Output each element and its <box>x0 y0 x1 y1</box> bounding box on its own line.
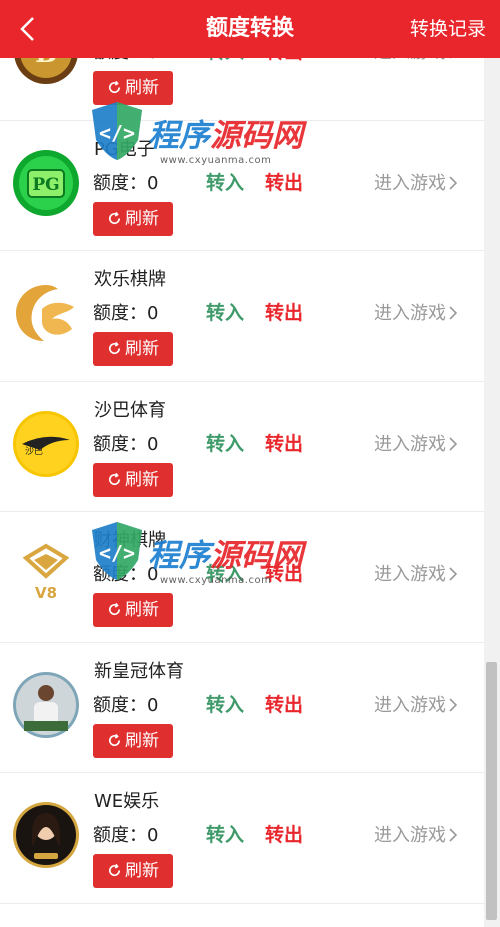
transfer-in-button[interactable]: 转入 <box>206 58 244 64</box>
chevron-right-icon <box>449 567 458 581</box>
enter-game-link[interactable]: 进入游戏 <box>374 560 458 586</box>
refresh-button[interactable]: 刷新 <box>93 462 173 497</box>
svg-text:</>: </> <box>99 541 135 565</box>
svg-text:B: B <box>35 58 57 69</box>
crown-sports-logo <box>12 671 80 739</box>
balance-text: 额度：0 <box>93 303 159 324</box>
enter-game-link[interactable]: 进入游戏 <box>374 430 458 456</box>
enter-game-link[interactable]: 进入游戏 <box>374 58 458 64</box>
balance-value: 0 <box>147 433 159 455</box>
enter-game-link[interactable]: 进入游戏 <box>374 169 458 195</box>
transfer-out-button[interactable]: 转出 <box>265 58 303 64</box>
chevron-right-icon <box>449 436 458 451</box>
transfer-out-button[interactable]: 转出 <box>265 690 303 717</box>
svg-text:沙巴: 沙巴 <box>25 446 43 457</box>
watermark-url: www.cxyuanma.com <box>160 575 272 586</box>
refresh-button[interactable]: 刷新 <box>93 723 173 758</box>
huanle-logo <box>12 279 80 347</box>
platform-name: 新皇冠体育 <box>94 660 184 682</box>
watermark-text: 程序源码网 <box>148 118 303 154</box>
chevron-right-icon <box>449 175 458 190</box>
platform-name: 欢乐棋牌 <box>94 269 166 290</box>
refresh-icon <box>109 733 121 746</box>
enter-game-link[interactable]: 进入游戏 <box>374 299 458 325</box>
platform-name: WE娱乐 <box>94 791 160 812</box>
chevron-right-icon <box>449 828 458 842</box>
partial-gold-logo: B <box>12 58 80 86</box>
chevron-right-icon <box>449 697 458 712</box>
svg-text:PG: PG <box>32 175 59 195</box>
balance-text: 额度：0 <box>93 825 159 846</box>
header-bar: 额度转换 转换记录 <box>0 0 500 58</box>
svg-text:</>: </> <box>99 121 135 145</box>
balance-value: 0 <box>147 303 159 324</box>
refresh-icon <box>109 472 121 485</box>
transfer-record-link[interactable]: 转换记录 <box>410 0 486 58</box>
enter-game-link[interactable]: 进入游戏 <box>374 821 458 847</box>
refresh-icon <box>109 341 121 355</box>
watermark: </> 程序源码网 www.cxyuanma.com <box>88 512 308 602</box>
chevron-right-icon <box>450 58 452 59</box>
shield-icon: </> <box>92 522 142 580</box>
balance-text: 额度：0 <box>93 694 159 716</box>
transfer-out-button[interactable]: 转出 <box>265 429 303 456</box>
platform-row: 沙巴 沙巴体育额度：0 转入 转出 进入游戏刷新 <box>0 382 484 512</box>
refresh-button[interactable]: 刷新 <box>93 332 173 366</box>
transfer-in-button[interactable]: 转入 <box>206 690 244 717</box>
refresh-icon <box>109 863 121 877</box>
watermark: </> 程序源码网 www.cxyuanma.com <box>88 92 308 182</box>
enter-game-link[interactable]: 进入游戏 <box>374 691 458 717</box>
chevron-right-icon <box>449 306 458 320</box>
refresh-icon <box>109 602 121 616</box>
platform-row: WE娱乐额度：0 转入 转出 进入游戏刷新 <box>0 773 484 904</box>
platform-name: 沙巴体育 <box>94 399 166 421</box>
balance-text: 额度：0 <box>93 433 159 455</box>
watermark-url: www.cxyuanma.com <box>160 155 272 166</box>
refresh-button[interactable]: 刷新 <box>93 201 173 236</box>
transfer-in-button[interactable]: 转入 <box>206 820 244 847</box>
platform-row: 欢乐棋牌额度：0 转入 转出 进入游戏刷新 <box>0 251 484 382</box>
balance-value: 0 <box>147 58 158 63</box>
balance-value: 0 <box>147 825 159 846</box>
pg-logo: PG <box>12 149 80 217</box>
refresh-icon <box>109 211 121 224</box>
balance-text: 额度：0 <box>93 58 158 64</box>
transfer-out-button[interactable]: 转出 <box>265 820 303 847</box>
transfer-in-button[interactable]: 转入 <box>206 298 244 325</box>
watermark-text: 程序源码网 <box>148 538 303 574</box>
platform-list[interactable]: B额度：0转入转出进入游戏刷新PGPG电子额度：0转入转出进入游戏刷新欢乐棋牌额… <box>0 58 484 927</box>
platform-row: 新皇冠体育额度：0 转入 转出 进入游戏刷新 <box>0 643 484 773</box>
svg-text:V8: V8 <box>35 584 57 602</box>
refresh-button[interactable]: 刷新 <box>93 854 173 888</box>
we-logo <box>12 801 80 869</box>
shaba-logo: 沙巴 <box>12 410 80 478</box>
transfer-in-button[interactable]: 转入 <box>206 429 244 456</box>
balance-value: 0 <box>147 694 159 716</box>
scrollbar-thumb[interactable] <box>486 662 497 920</box>
shield-icon: </> <box>92 102 142 160</box>
chevron-left-icon[interactable] <box>14 14 44 44</box>
transfer-out-button[interactable]: 转出 <box>265 298 303 325</box>
v8-logo: V8 <box>12 540 80 608</box>
